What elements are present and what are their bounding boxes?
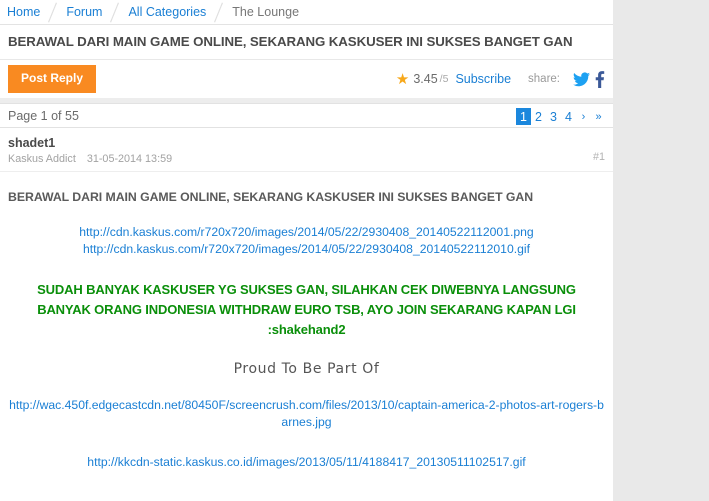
- post-body: BERAWAL DARI MAIN GAME ONLINE, SEKARANG …: [0, 190, 613, 501]
- image-link[interactable]: http://cdn.kaskus.com/r720x720/images/20…: [8, 224, 605, 241]
- page-button-1[interactable]: 1: [516, 108, 531, 125]
- promo-green-line: :shakehand2: [267, 322, 346, 337]
- breadcrumb-item-forum[interactable]: Forum: [66, 5, 102, 19]
- post-body-title: BERAWAL DARI MAIN GAME ONLINE, SEKARANG …: [8, 190, 534, 204]
- content-column: Home Forum All Categories The Lounge BER…: [0, 0, 613, 501]
- promo-green-text: SUDAH BANYAK KASKUSER YG SUKSES GAN, SIL…: [8, 280, 605, 340]
- image-link-group-3: http://kkcdn-static.kaskus.co.id/images/…: [8, 454, 605, 471]
- breadcrumb-separator-icon: [102, 0, 128, 25]
- breadcrumb-item-all-categories[interactable]: All Categories: [128, 5, 206, 19]
- breadcrumb: Home Forum All Categories The Lounge: [0, 0, 613, 25]
- image-link[interactable]: http://cdn.kaskus.com/r720x720/images/20…: [8, 241, 605, 258]
- breadcrumb-item-the-lounge[interactable]: The Lounge: [232, 5, 299, 19]
- post-author-username[interactable]: shadet1: [8, 136, 605, 150]
- image-link[interactable]: http://wac.450f.edgecastcdn.net/80450F/s…: [8, 397, 605, 431]
- page-root: Home Forum All Categories The Lounge BER…: [0, 0, 709, 501]
- rating-value: 3.45: [413, 72, 438, 86]
- twitter-icon[interactable]: [573, 71, 590, 87]
- image-link-group-1: http://cdn.kaskus.com/r720x720/images/20…: [8, 224, 605, 258]
- page-button-4[interactable]: 4: [561, 108, 576, 125]
- page-button-2[interactable]: 2: [531, 108, 546, 125]
- breadcrumb-item-home[interactable]: Home: [7, 5, 40, 19]
- thread-action-bar: Post Reply ★ 3.45 /5 Subscribe share:: [0, 60, 613, 98]
- promo-green-line: SUDAH BANYAK KASKUSER YG SUKSES GAN, SIL…: [37, 282, 576, 297]
- breadcrumb-separator-icon: [206, 0, 232, 25]
- thread-action-right: ★ 3.45 /5 Subscribe share:: [396, 60, 605, 98]
- image-link-group-2: http://wac.450f.edgecastcdn.net/80450F/s…: [8, 397, 605, 431]
- page-button-3[interactable]: 3: [546, 108, 561, 125]
- last-page-icon[interactable]: »: [591, 108, 606, 125]
- breadcrumb-separator-icon: [40, 0, 66, 25]
- image-link[interactable]: http://kkcdn-static.kaskus.co.id/images/…: [8, 454, 605, 471]
- subscribe-link[interactable]: Subscribe: [455, 72, 511, 86]
- post-author-rank: Kaskus Addict: [8, 153, 76, 165]
- post-number-link[interactable]: #1: [593, 151, 605, 163]
- promo-green-line: BANYAK ORANG INDONESIA WITHDRAW EURO TSB…: [37, 302, 576, 317]
- rating-max: /5: [439, 73, 449, 85]
- facebook-icon[interactable]: [594, 70, 605, 88]
- post-meta: Kaskus Addict 31-05-2014 13:59: [8, 153, 605, 165]
- page-count-label: Page 1 of 55: [8, 108, 79, 123]
- post-timestamp: 31-05-2014 13:59: [86, 153, 173, 165]
- next-page-icon[interactable]: ›: [576, 108, 591, 125]
- post-header: shadet1 Kaskus Addict 31-05-2014 13:59 #…: [0, 128, 613, 172]
- proud-to-be-part-of-text: Proud To Be Part Of: [233, 361, 380, 377]
- pagination-bar: Page 1 of 55 1 2 3 4 › »: [0, 103, 613, 128]
- thread-title: BERAWAL DARI MAIN GAME ONLINE, SEKARANG …: [0, 25, 613, 60]
- post-reply-button[interactable]: Post Reply: [8, 65, 97, 93]
- star-icon: ★: [395, 70, 410, 88]
- pagination-controls: 1 2 3 4 › »: [516, 104, 606, 129]
- share-label: share:: [528, 73, 560, 85]
